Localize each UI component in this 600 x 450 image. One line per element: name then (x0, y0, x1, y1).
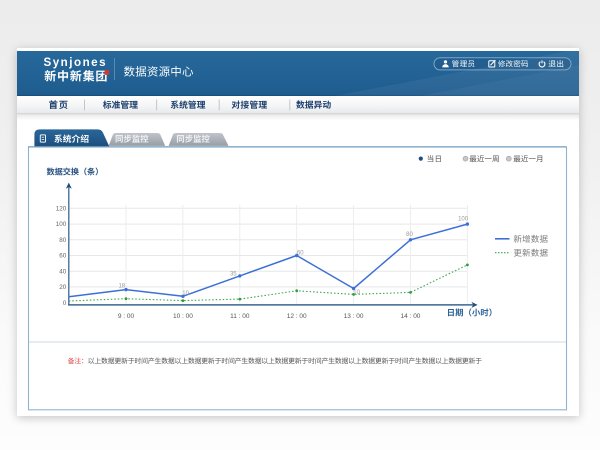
svg-text:10: 10 (353, 290, 360, 296)
svg-text:20: 20 (59, 284, 67, 291)
svg-text:9 : 00: 9 : 00 (118, 313, 135, 320)
svg-text:Synjones: Synjones (44, 56, 108, 69)
svg-text:18: 18 (118, 283, 125, 289)
svg-text:60: 60 (59, 253, 67, 260)
svg-text:0: 0 (63, 300, 67, 307)
svg-text:13 : 00: 13 : 00 (344, 313, 364, 320)
svg-text:40: 40 (59, 268, 67, 275)
svg-text:120: 120 (56, 206, 67, 213)
svg-text:60: 60 (297, 250, 304, 256)
svg-text:80: 80 (406, 232, 413, 238)
svg-text:10 : 00: 10 : 00 (173, 313, 193, 320)
svg-text:100: 100 (458, 216, 469, 222)
svg-text:35: 35 (230, 272, 237, 278)
svg-text:14 : 00: 14 : 00 (401, 313, 421, 320)
svg-text:10: 10 (182, 291, 189, 297)
svg-text:11 : 00: 11 : 00 (230, 313, 250, 320)
svg-text:100: 100 (56, 221, 67, 228)
svg-text:80: 80 (59, 237, 67, 244)
svg-text:12 : 00: 12 : 00 (287, 313, 307, 320)
